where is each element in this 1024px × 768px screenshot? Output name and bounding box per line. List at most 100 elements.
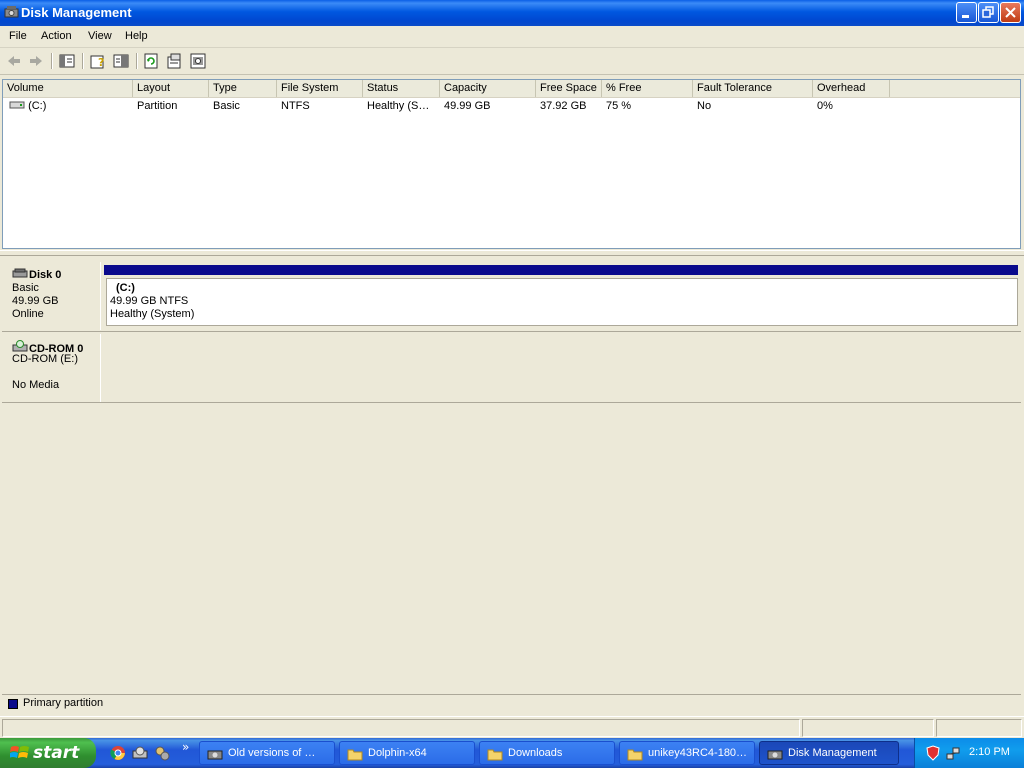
disk-management-icon <box>207 746 223 762</box>
disk-0-label[interactable]: Disk 0 Basic 49.99 GB Online <box>4 262 101 330</box>
task-label: Disk Management <box>788 747 877 759</box>
table-row[interactable]: (C:) Partition Basic NTFS Healthy (S… 49… <box>3 98 1020 114</box>
minimize-button[interactable] <box>956 2 977 23</box>
cell-type: Basic <box>213 100 240 112</box>
quick-launch-overflow[interactable]: » <box>182 740 189 754</box>
clock[interactable]: 2:10 PM <box>969 746 1010 758</box>
column-volume[interactable]: Volume <box>3 80 133 97</box>
menu-file[interactable]: File <box>9 30 27 42</box>
column-type[interactable]: Type <box>209 80 277 97</box>
folder-icon <box>347 746 363 762</box>
volume-name: (C:) <box>28 100 47 112</box>
disk-0-name: Disk 0 <box>29 269 62 281</box>
task-unikey[interactable]: unikey43RC4-180… <box>619 741 755 765</box>
task-label: Old versions of … <box>228 747 316 759</box>
task-downloads[interactable]: Downloads <box>479 741 615 765</box>
disk-icon[interactable] <box>132 745 148 761</box>
drive-icon <box>9 101 25 109</box>
cdrom-icon <box>12 340 28 352</box>
export-icon[interactable] <box>165 52 183 70</box>
status-pane-2 <box>802 719 934 737</box>
disk-0-layout: (C:) 49.99 GB NTFS Healthy (System) <box>102 262 1020 330</box>
partition-c-detail: 49.99 GB NTFS <box>110 295 189 307</box>
disk-0-name-row: Disk 0 <box>12 268 61 281</box>
menu-help[interactable]: Help <box>125 30 148 42</box>
status-pane-main <box>2 719 800 737</box>
cell-overhead: 0% <box>817 100 833 112</box>
menu-bar: File Action View Help <box>0 26 1024 48</box>
disk-0-size: 49.99 GB <box>12 295 59 307</box>
tools-icon[interactable] <box>154 745 170 761</box>
show-hide-console-tree-icon[interactable] <box>58 52 76 70</box>
task-label: unikey43RC4-180… <box>648 747 748 759</box>
system-tray: 2:10 PM <box>914 738 1024 768</box>
restore-button[interactable] <box>978 2 999 23</box>
disk-management-icon <box>767 746 783 762</box>
cdrom-0-type: CD-ROM (E:) <box>12 353 78 365</box>
column-overhead[interactable]: Overhead <box>813 80 890 97</box>
security-alert-icon[interactable] <box>925 745 941 764</box>
disk-management-icon <box>4 5 19 24</box>
cell-status: Healthy (S… <box>367 100 430 112</box>
status-pane-3 <box>936 719 1022 737</box>
windows-flag-icon <box>9 744 30 767</box>
minimize-icon <box>962 15 969 18</box>
start-label: start <box>33 743 80 763</box>
task-label: Downloads <box>508 747 563 759</box>
folder-icon <box>627 746 643 762</box>
forward-icon[interactable] <box>27 52 45 70</box>
primary-partition-swatch <box>8 699 18 709</box>
menu-action[interactable]: Action <box>41 30 72 42</box>
volume-list-header: Volume Layout Type File System Status Ca… <box>3 80 1020 98</box>
primary-partition-bar <box>104 265 1018 275</box>
help-icon[interactable]: ? <box>89 52 107 70</box>
legend: Primary partition <box>2 694 1021 714</box>
disk-0-state: Online <box>12 308 44 320</box>
properties-icon[interactable] <box>112 52 130 70</box>
cell-volume: (C:) <box>5 98 135 114</box>
network-icon[interactable] <box>945 745 961 764</box>
task-old-versions[interactable]: Old versions of … <box>199 741 335 765</box>
column-layout[interactable]: Layout <box>133 80 209 97</box>
status-bar <box>0 716 1024 739</box>
taskbar: start » Old versions of … Dolphin-x64 Do… <box>0 738 1024 768</box>
column-capacity[interactable]: Capacity <box>440 80 536 97</box>
task-label: Dolphin-x64 <box>368 747 427 759</box>
partition-c-status: Healthy (System) <box>110 308 195 320</box>
cell-capacity: 49.99 GB <box>444 100 491 112</box>
pane-splitter[interactable] <box>0 250 1024 256</box>
chrome-icon[interactable] <box>110 745 126 761</box>
legend-label: Primary partition <box>23 697 104 709</box>
window-title: Disk Management <box>21 5 132 20</box>
column-status[interactable]: Status <box>363 80 440 97</box>
volume-list[interactable]: Volume Layout Type File System Status Ca… <box>2 79 1021 249</box>
cdrom-0-layout <box>102 334 1020 402</box>
disk-0-type: Basic <box>12 282 39 294</box>
partition-c[interactable]: (C:) 49.99 GB NTFS Healthy (System) <box>106 278 1018 326</box>
refresh-icon[interactable] <box>142 52 160 70</box>
column-percent-free[interactable]: % Free <box>602 80 693 97</box>
task-disk-management[interactable]: Disk Management <box>759 741 899 765</box>
partition-c-label: (C:) <box>116 282 135 294</box>
start-button[interactable]: start <box>0 738 96 768</box>
hard-disk-icon <box>12 268 28 278</box>
task-dolphin[interactable]: Dolphin-x64 <box>339 741 475 765</box>
menu-view[interactable]: View <box>88 30 112 42</box>
cdrom-0-label[interactable]: CD-ROM 0 CD-ROM (E:) No Media <box>4 334 101 402</box>
cell-fault-tolerance: No <box>697 100 712 112</box>
back-icon[interactable] <box>5 52 23 70</box>
close-button[interactable] <box>1000 2 1021 23</box>
close-icon <box>1005 7 1016 18</box>
title-bar[interactable]: Disk Management <box>0 0 1024 26</box>
svg-text:?: ? <box>98 56 104 69</box>
console-icon[interactable] <box>189 52 207 70</box>
cell-layout: Partition <box>137 100 178 112</box>
restore-icon <box>982 6 994 18</box>
column-free-space[interactable]: Free Space <box>536 80 602 97</box>
column-fault-tolerance[interactable]: Fault Tolerance <box>693 80 813 97</box>
folder-icon <box>487 746 503 762</box>
cdrom-0-state: No Media <box>12 379 60 391</box>
column-file-system[interactable]: File System <box>277 80 363 97</box>
disk-graphical-pane[interactable]: Disk 0 Basic 49.99 GB Online (C:) 49.99 … <box>2 258 1021 694</box>
cell-percent-free: 75 % <box>606 100 632 112</box>
